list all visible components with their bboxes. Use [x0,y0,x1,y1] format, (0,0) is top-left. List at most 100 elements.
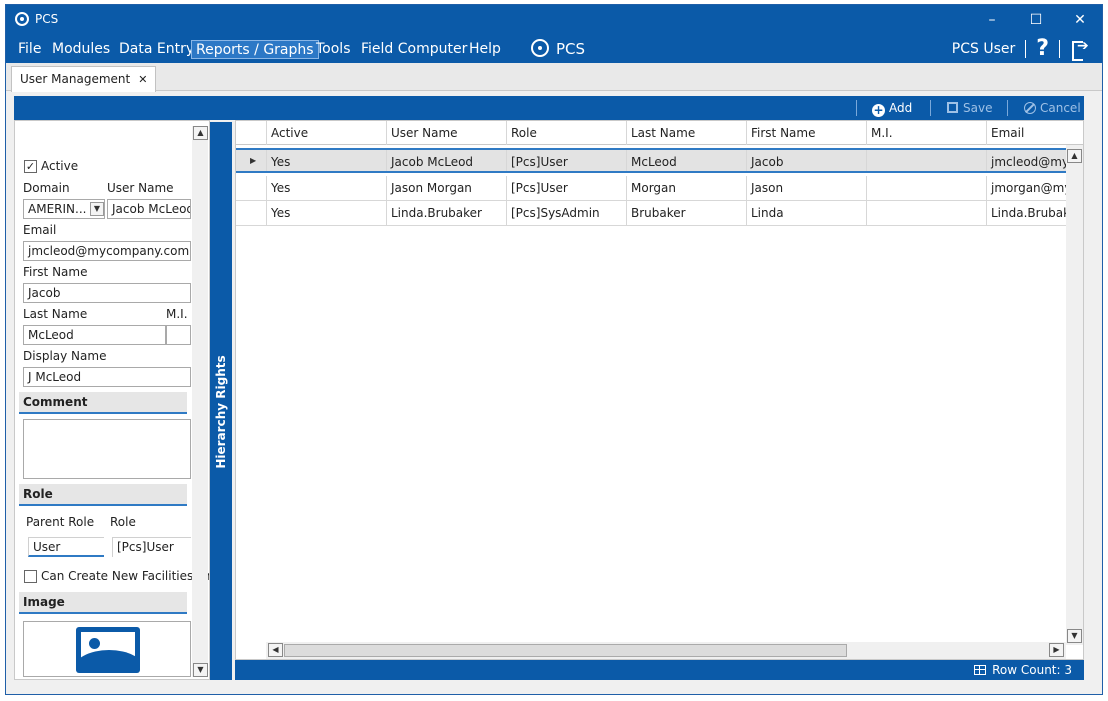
active-checkbox[interactable]: ✓ [24,160,37,173]
separator [1025,40,1027,58]
table-row[interactable]: Yes Linda.Brubaker [Pcs]SysAdmin Brubake… [236,201,1083,226]
tab-user-management[interactable]: User Management ✕ [11,66,157,92]
scroll-down-icon[interactable]: ▼ [1067,629,1082,643]
maximize-button[interactable]: ☐ [1014,5,1058,35]
scroll-down-icon[interactable]: ▼ [193,663,208,677]
cell-role: [Pcs]User [506,150,626,171]
mi-field[interactable] [166,325,191,345]
can-create-checkbox[interactable] [24,570,37,583]
separator [930,100,931,116]
cell-active: Yes [266,176,386,200]
user-image-box[interactable] [23,621,191,677]
pcs-logo-icon [15,12,29,26]
grid-horizontal-scrollbar[interactable]: ◀ ▶ [266,642,1066,659]
save-icon [947,102,958,113]
role-field[interactable]: [Pcs]User [112,537,191,557]
users-grid: Active User Name Role Last Name First Na… [235,120,1084,660]
mi-label: M.I. [166,307,188,321]
cell-user-name: Jason Morgan [386,176,506,200]
minimize-button[interactable]: – [970,5,1014,35]
logout-icon[interactable] [1070,38,1090,61]
cancel-icon [1024,102,1036,114]
cancel-button[interactable]: Cancel [1024,99,1081,117]
add-label: Add [889,101,913,115]
grid-header: Active User Name Role Last Name First Na… [236,121,1083,145]
menu-tools[interactable]: Tools [312,40,355,59]
menu-field-computer[interactable]: Field Computer [357,40,471,59]
table-icon [974,665,987,675]
scroll-left-icon[interactable]: ◀ [268,643,283,657]
scroll-right-icon[interactable]: ▶ [1049,643,1064,657]
panel-scrollbar[interactable]: ▲ ▼ [192,126,208,677]
cell-active: Yes [266,150,386,171]
last-name-field[interactable]: McLeod [23,325,166,345]
brand-label: PCS [556,40,586,58]
display-name-field[interactable]: J McLeod [23,367,191,387]
cell-email: jmorgan@myco [986,176,1068,200]
document-tabstrip: User Management ✕ [6,63,1102,92]
close-window-button[interactable]: ✕ [1058,5,1102,35]
column-header-role[interactable]: Role [506,121,626,145]
save-button[interactable]: Save [947,99,992,117]
cell-active: Yes [266,201,386,225]
tab-close-icon[interactable]: ✕ [138,73,147,86]
separator [856,100,857,116]
column-header-last-name[interactable]: Last Name [626,121,746,145]
menu-file[interactable]: File [14,40,45,59]
column-header-active[interactable]: Active [266,121,386,145]
role-label: Role [110,515,136,529]
add-button[interactable]: + Add [872,99,912,117]
menu-modules[interactable]: Modules [48,40,114,59]
table-row[interactable]: ▶ Yes Jacob McLeod [Pcs]User McLeod Jaco… [236,148,1083,173]
row-count-label: Row Count: 3 [992,663,1072,677]
hierarchy-rights-label: Hierarchy Rights [214,355,228,469]
cell-first-name: Jason [746,176,866,200]
column-header-mi[interactable]: M.I. [866,121,986,145]
comment-field[interactable] [23,419,191,479]
cell-last-name: Morgan [626,176,746,200]
image-placeholder-icon [76,627,140,673]
window-title: PCS [35,12,59,26]
user-detail-panel: ✓ Active Domain User Name AMERIN... ▼ Ja… [14,120,210,680]
action-toolbar: + Add Save Cancel [14,96,1084,120]
user-area: PCS User ? [952,38,1090,61]
image-section-header: Image [19,592,187,614]
cell-mi [866,150,986,171]
scroll-thumb[interactable] [284,644,847,657]
display-name-label: Display Name [23,349,107,363]
separator [1007,100,1008,116]
column-header-first-name[interactable]: First Name [746,121,866,145]
cell-email: jmcleod@myco [986,150,1068,171]
menu-data-entry[interactable]: Data Entry [115,40,198,59]
add-icon: + [872,103,885,117]
parent-role-field[interactable]: User [28,537,104,557]
column-header-user-name[interactable]: User Name [386,121,506,145]
scroll-up-icon[interactable]: ▲ [193,126,208,140]
active-label: Active [41,159,79,173]
menu-reports-graphs[interactable]: Reports / Graphs [191,40,319,59]
username-field[interactable]: Jacob McLeod [107,199,191,219]
user-name[interactable]: PCS User [952,41,1015,57]
domain-value: AMERIN... [28,202,87,216]
cell-first-name: Linda [746,201,866,225]
grid-status-bar: Row Count: 3 [235,660,1084,680]
menu-help[interactable]: Help [465,40,505,59]
table-row[interactable]: Yes Jason Morgan [Pcs]User Morgan Jason … [236,176,1083,201]
last-name-label: Last Name [23,307,88,321]
pcs-brand-icon [531,39,549,57]
role-section-header: Role [19,484,187,506]
save-label: Save [963,101,993,115]
email-label: Email [23,223,57,237]
cancel-label: Cancel [1040,101,1081,115]
cell-first-name: Jacob [746,150,866,171]
help-icon[interactable]: ? [1036,38,1049,60]
first-name-field[interactable]: Jacob [23,283,191,303]
can-create-label: Can Create New Facilities On [41,569,210,583]
column-header-email[interactable]: Email [986,121,1068,145]
email-field[interactable]: jmcleod@mycompany.com [23,241,191,261]
grid-vertical-scrollbar[interactable]: ▲ ▼ [1066,145,1083,645]
chevron-down-icon[interactable]: ▼ [90,202,104,216]
hierarchy-rights-panel-toggle[interactable]: Hierarchy Rights [210,122,232,680]
scroll-up-icon[interactable]: ▲ [1067,149,1082,163]
cell-last-name: McLeod [626,150,746,171]
